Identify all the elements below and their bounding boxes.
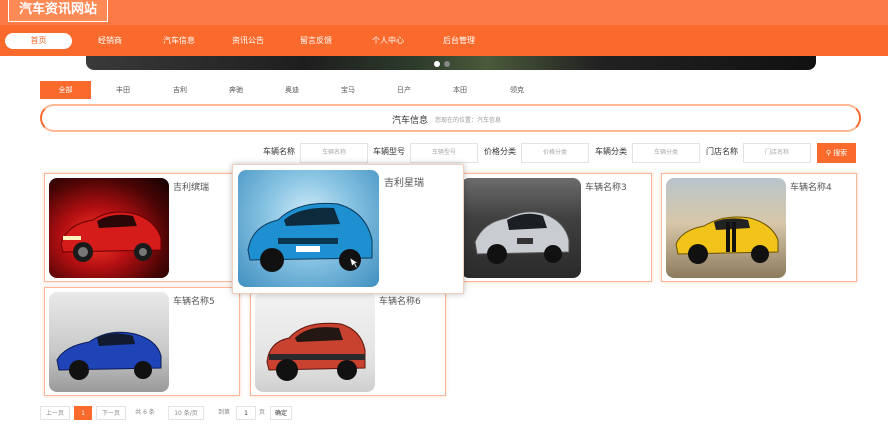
car-image[interactable] — [461, 178, 581, 278]
section-title: 汽车信息 — [392, 113, 428, 126]
car-name: 车辆名称4 — [790, 180, 832, 193]
main-nav: 首页 经销商 汽车信息 资讯公告 留言反馈 个人中心 后台管理 — [0, 25, 888, 56]
carousel-dot[interactable] — [444, 61, 450, 67]
car-name: 车辆名称3 — [585, 180, 627, 193]
pagination: 上一页 1 下一页 共 6 条 10 条/页 到第 1 页 确定 — [0, 406, 888, 420]
page-size-select[interactable]: 10 条/页 — [168, 406, 204, 420]
car-illustration — [666, 178, 786, 278]
section-header: 汽车信息 您现在的位置：汽车信息 — [40, 104, 861, 132]
store-name-input[interactable]: 门店名称 — [743, 143, 811, 163]
nav-car-info[interactable]: 汽车信息 — [156, 33, 202, 49]
tab-nissan[interactable]: 日产 — [386, 81, 422, 99]
price-category-label: 价格分类 — [484, 146, 516, 157]
tab-lynk[interactable]: 领克 — [499, 81, 535, 99]
nav-dealers[interactable]: 经销商 — [88, 33, 132, 49]
nav-news[interactable]: 资讯公告 — [225, 33, 271, 49]
car-category-label: 车辆分类 — [595, 146, 627, 157]
car-image[interactable] — [49, 292, 169, 392]
next-page-button[interactable]: 下一页 — [96, 406, 126, 420]
nav-user-center[interactable]: 个人中心 — [365, 33, 411, 49]
tab-honda[interactable]: 本田 — [442, 81, 478, 99]
car-model-input[interactable]: 车辆型号 — [410, 143, 478, 163]
top-bar: 汽车资讯网站 — [0, 0, 888, 25]
car-card[interactable]: 吉利缤瑞 — [44, 173, 240, 282]
carousel-dot[interactable] — [434, 61, 440, 67]
goto-confirm-button[interactable]: 确定 — [270, 406, 292, 420]
car-card[interactable]: 车辆名称6 — [250, 287, 446, 396]
total-count: 共 6 条 — [130, 406, 160, 420]
car-card-hovered[interactable]: 吉利星瑞 — [232, 164, 464, 294]
car-image[interactable] — [49, 178, 169, 278]
car-image[interactable] — [255, 292, 375, 392]
search-button[interactable]: ⚲ 搜索 — [817, 143, 856, 163]
car-name: 车辆名称6 — [379, 294, 421, 307]
page-1-button[interactable]: 1 — [74, 406, 92, 420]
car-name: 吉利星瑞 — [384, 174, 424, 189]
car-illustration — [461, 178, 581, 278]
nav-feedback[interactable]: 留言反馈 — [293, 33, 339, 49]
search-bar: 车辆名称 车辆名称 车辆型号 车辆型号 价格分类 价格分类 车辆分类 车辆分类 … — [0, 143, 888, 163]
car-illustration — [238, 170, 379, 287]
car-name-input[interactable]: 车辆名称 — [300, 143, 368, 163]
car-image[interactable] — [666, 178, 786, 278]
car-card[interactable]: 车辆名称3 — [456, 173, 652, 282]
car-model-label: 车辆型号 — [373, 146, 405, 157]
prev-page-button[interactable]: 上一页 — [40, 406, 70, 420]
search-icon: ⚲ — [826, 149, 831, 157]
goto-label: 到第 — [214, 406, 234, 420]
tab-toyota[interactable]: 丰田 — [105, 81, 141, 99]
tab-geely[interactable]: 吉利 — [162, 81, 198, 99]
tab-all[interactable]: 全部 — [40, 81, 91, 99]
site-title: 汽车资讯网站 — [8, 0, 108, 22]
page-number-input[interactable]: 1 — [236, 406, 256, 420]
car-name: 车辆名称5 — [173, 294, 215, 307]
car-illustration — [255, 292, 375, 392]
search-button-label: 搜索 — [833, 149, 847, 157]
car-image[interactable] — [238, 170, 379, 287]
store-name-label: 门店名称 — [706, 146, 738, 157]
tab-bmw[interactable]: 宝马 — [330, 81, 366, 99]
car-name: 吉利缤瑞 — [173, 180, 209, 193]
nav-admin[interactable]: 后台管理 — [436, 33, 482, 49]
car-card[interactable]: 车辆名称5 — [44, 287, 240, 396]
car-illustration — [49, 178, 169, 278]
car-card[interactable]: 车辆名称4 — [661, 173, 857, 282]
car-name-label: 车辆名称 — [263, 146, 295, 157]
car-category-input[interactable]: 车辆分类 — [632, 143, 700, 163]
tab-audi[interactable]: 奥迪 — [274, 81, 310, 99]
banner-carousel[interactable] — [86, 56, 816, 70]
page-size-value: 10 条/页 — [174, 410, 198, 417]
price-category-input[interactable]: 价格分类 — [521, 143, 589, 163]
breadcrumb: 您现在的位置：汽车信息 — [435, 115, 501, 124]
car-illustration — [49, 292, 169, 392]
page-unit-label: 页 — [256, 406, 268, 420]
nav-home[interactable]: 首页 — [5, 33, 72, 49]
tab-benz[interactable]: 奔驰 — [218, 81, 254, 99]
